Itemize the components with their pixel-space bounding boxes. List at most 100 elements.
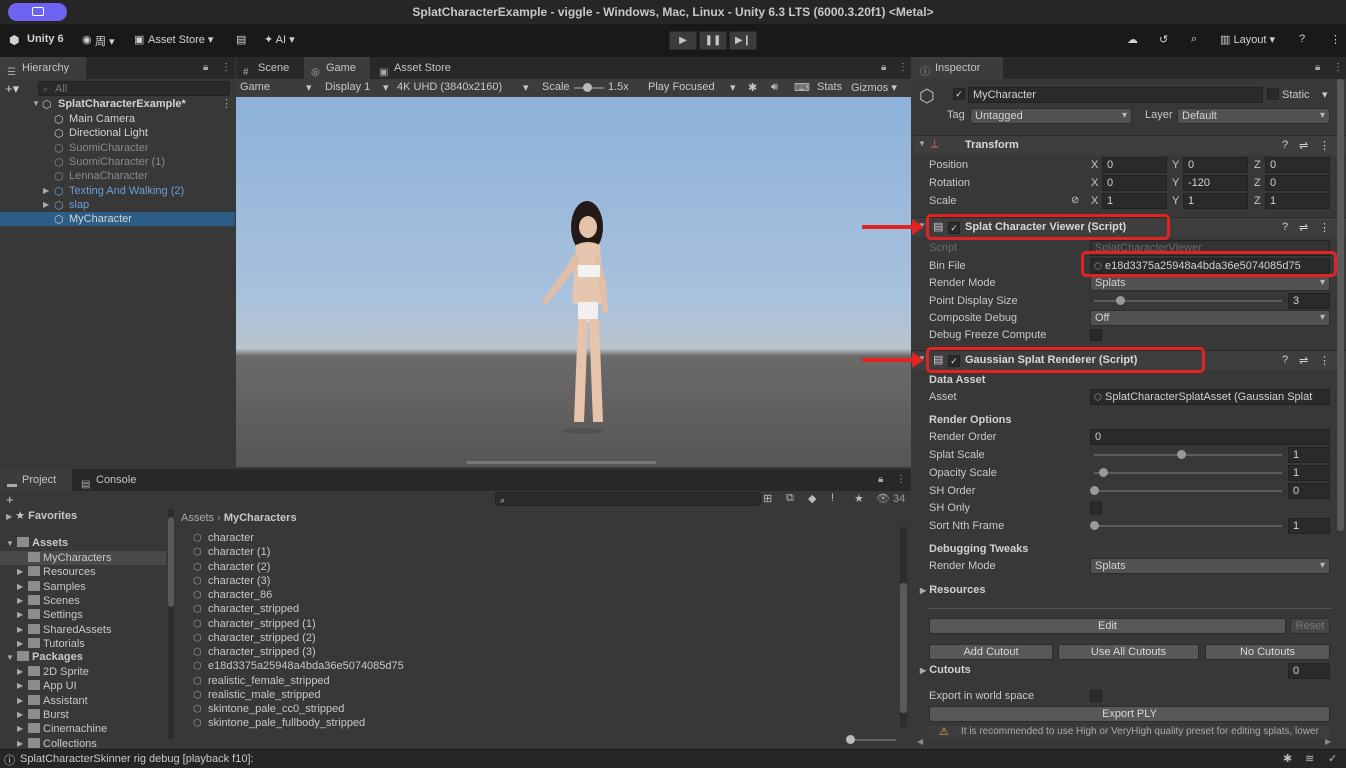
stats-button[interactable]: Stats (817, 81, 842, 93)
hierarchy-item[interactable]: ⬡ SuomiCharacter (0, 141, 235, 155)
composite-debug-dropdown[interactable]: Off (1090, 310, 1330, 326)
debug-freeze-checkbox[interactable] (1090, 329, 1102, 341)
favorite-star-icon[interactable]: ★ (854, 492, 864, 505)
preset-icon[interactable]: ⇌ (1299, 354, 1308, 367)
package-item[interactable]: ▶ Assistant (0, 694, 166, 708)
component-menu-icon[interactable]: ⋮ (1319, 221, 1330, 234)
create-asset-button[interactable]: + (6, 492, 14, 507)
asset-file-item[interactable]: ⬡ character (3) (192, 574, 892, 588)
scale-y-field[interactable]: 1 (1183, 193, 1248, 209)
tag-dropdown[interactable]: Untagged (970, 108, 1132, 124)
help-icon[interactable]: ? (1282, 354, 1288, 366)
sh-order-field[interactable]: 0 (1288, 483, 1330, 499)
asset-file-item[interactable]: ⬡ character_stripped (3) (192, 645, 892, 659)
export-ply-button[interactable]: Export PLY (929, 706, 1330, 722)
hierarchy-item[interactable]: ⬡ LennaCharacter (0, 169, 235, 183)
favorites-row[interactable]: ▶ ★ Favorites (6, 509, 77, 523)
help-icon[interactable]: ? (1282, 221, 1288, 233)
asset-file-item[interactable]: ⬡ character (192, 531, 892, 545)
asset-field[interactable]: ⬡ SplatCharacterSplatAsset (Gaussian Spla… (1090, 389, 1330, 405)
cloud-icon[interactable]: ☁ (1127, 33, 1138, 46)
keyboard-icon[interactable]: ⌨ (794, 81, 810, 94)
mute-audio-icon[interactable]: 🔊︎ (771, 81, 778, 94)
export-world-space-checkbox[interactable] (1090, 690, 1102, 702)
component-menu-icon[interactable]: ⋮ (1319, 139, 1330, 152)
status-message[interactable]: SplatCharacterSkinner rig debug [playbac… (20, 753, 254, 765)
no-cutouts-button[interactable]: No Cutouts (1205, 644, 1330, 660)
check-circle-icon[interactable]: ✓ (1328, 752, 1337, 765)
splat-scale-slider-knob[interactable] (1177, 450, 1186, 459)
unity-account-button[interactable]: Unity 6 (27, 33, 64, 45)
position-y-field[interactable]: 0 (1183, 157, 1248, 173)
point-size-field[interactable]: 3 (1288, 293, 1330, 309)
object-name-field[interactable]: MyCharacter (968, 87, 1263, 103)
asset-file-item[interactable]: ⬡ character_stripped (1) (192, 617, 892, 631)
asset-file-item[interactable]: ⬡ character (1) (192, 545, 892, 559)
static-dropdown-arrow[interactable]: ▾ (1322, 87, 1328, 103)
active-checkbox[interactable]: ✓ (953, 88, 965, 100)
foldout-arrow-icon[interactable]: ▼ (918, 139, 926, 148)
folder-tree-scroll-thumb[interactable] (168, 517, 174, 607)
asset-store-dropdown[interactable]: Asset Store ▾ (148, 33, 213, 46)
render-mode-dropdown[interactable]: Splats (1090, 275, 1330, 291)
asset-file-item[interactable]: ⬡ realistic_male_stripped (192, 688, 892, 702)
debug-render-mode-dropdown[interactable]: Splats (1090, 558, 1330, 574)
lock-icon[interactable]: 🔒︎ (881, 62, 886, 73)
position-z-field[interactable]: 0 (1265, 157, 1330, 173)
splat-scale-slider-track[interactable] (1094, 454, 1282, 456)
display-dropdown[interactable]: Display 1 ▾ (325, 81, 395, 94)
file-list-scroll-thumb[interactable] (900, 583, 907, 713)
opacity-slider-knob[interactable] (1099, 468, 1108, 477)
scroll-left-icon[interactable]: ◀ (917, 737, 923, 746)
layer-dropdown[interactable]: Default (1177, 108, 1330, 124)
tab-inspector[interactable]: ⓘ Inspector (913, 57, 1003, 79)
asset-file-item[interactable]: ⬡ realistic_female_stripped (192, 674, 892, 688)
cutouts-count-field[interactable]: 0 (1288, 663, 1330, 679)
preset-icon[interactable]: ⇌ (1299, 221, 1308, 234)
constrain-proportions-icon[interactable]: ⊘ (1071, 193, 1079, 209)
help-icon[interactable]: ? (1299, 33, 1305, 45)
point-size-slider-knob[interactable] (1116, 296, 1125, 305)
pause-button[interactable]: ❚❚ (699, 31, 727, 50)
panel-menu-icon[interactable]: ⋮ (896, 474, 906, 485)
folder-item[interactable]: ▶ Resources (0, 565, 166, 579)
step-button[interactable]: ▶❙ (729, 31, 757, 50)
project-search-input[interactable]: ⌕ (495, 492, 761, 506)
resolution-dropdown[interactable]: 4K UHD (3840x2160) ▾ (397, 81, 534, 94)
rotation-z-field[interactable]: 0 (1265, 175, 1330, 191)
packages-row[interactable]: ▼ Packages (6, 650, 83, 664)
splat-scale-field[interactable]: 1 (1288, 447, 1330, 463)
search-by-label-icon[interactable]: ⧉ (786, 492, 794, 505)
cutouts-foldout[interactable]: ▶ Cutouts (920, 664, 971, 676)
asset-file-item[interactable]: ⬡ character (2) (192, 560, 892, 574)
stack-icon[interactable]: ≋ (1305, 752, 1314, 765)
folder-tree-scrollbar[interactable] (168, 509, 174, 739)
hierarchy-item[interactable]: ⬡ Main Camera (0, 112, 235, 126)
preset-icon[interactable]: ⇌ (1299, 139, 1308, 152)
static-checkbox[interactable] (1267, 88, 1279, 100)
folder-item[interactable]: ▶ Settings (0, 608, 166, 622)
game-view-scrollbar[interactable] (466, 461, 656, 464)
package-item[interactable]: ▶ 2D Sprite (0, 665, 166, 679)
help-icon[interactable]: ? (1282, 139, 1288, 151)
tab-project[interactable]: ▬ Project (0, 469, 72, 491)
tab-asset-store[interactable]: ▣ Asset Store (372, 57, 472, 79)
alert-icon[interactable]: ! (831, 492, 834, 504)
edit-button[interactable]: Edit (929, 618, 1286, 634)
lock-icon[interactable]: 🔒︎ (878, 474, 883, 485)
hierarchy-search-input[interactable]: ⌕ All (38, 81, 230, 96)
panel-menu-icon[interactable]: ⋮ (1333, 62, 1343, 73)
assets-row[interactable]: ▼ Assets (6, 536, 68, 550)
icon-size-slider-track[interactable] (848, 739, 896, 741)
sh-order-slider-knob[interactable] (1090, 486, 1099, 495)
hierarchy-item[interactable]: ▶ ⬡ slap (0, 198, 235, 212)
bug-icon[interactable]: ✱ (748, 81, 757, 94)
inspector-scrollbar[interactable] (1337, 79, 1344, 531)
resources-foldout[interactable]: ▶ Resources (920, 584, 985, 596)
tab-hierarchy[interactable]: ☰ Hierarchy (0, 57, 86, 79)
package-item[interactable]: ▶ Cinemachine (0, 722, 166, 736)
scale-z-field[interactable]: 1 (1265, 193, 1330, 209)
rotation-y-field[interactable]: -120 (1183, 175, 1248, 191)
folder-item[interactable]: MyCharacters (0, 551, 166, 565)
asset-file-item[interactable]: ⬡ skintone_pale_fullbody_stripped (192, 716, 892, 730)
